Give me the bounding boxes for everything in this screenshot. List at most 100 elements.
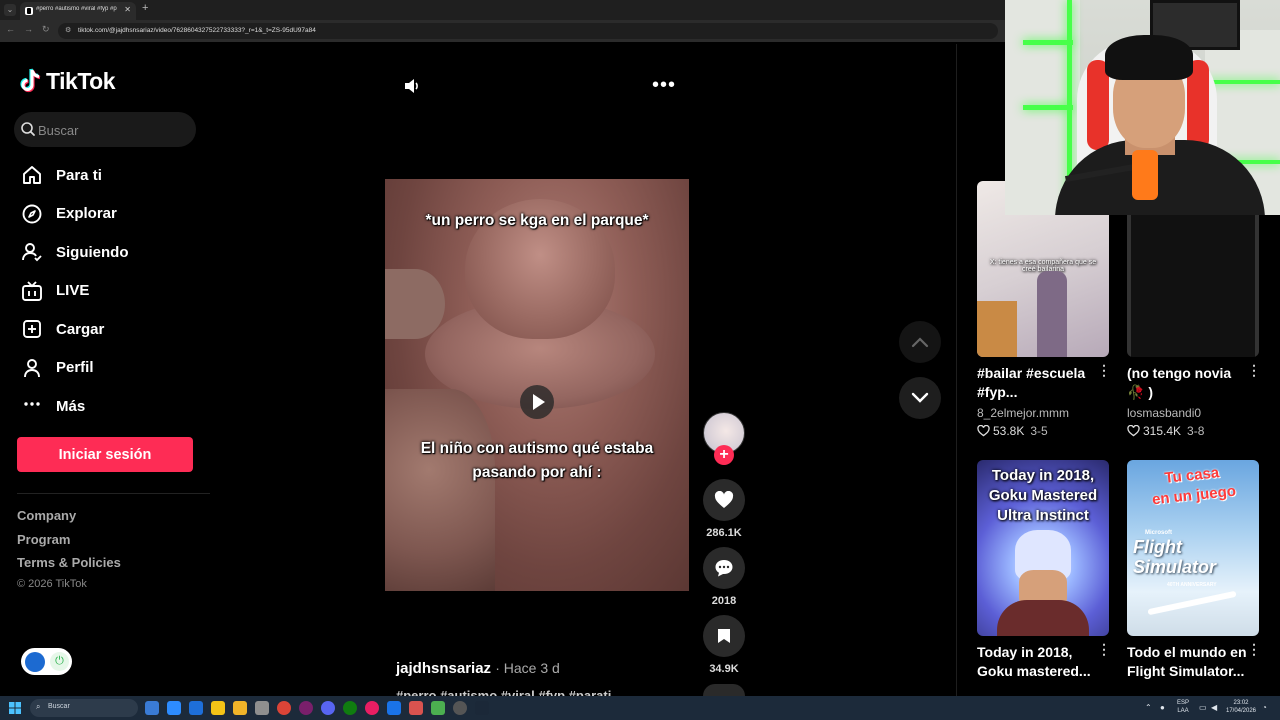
search-icon[interactable] <box>20 121 36 137</box>
clock-time: 23:02 <box>1233 700 1249 706</box>
share-button[interactable] <box>703 684 745 696</box>
new-tab-icon[interactable]: + <box>142 2 148 14</box>
recommended-title-3[interactable]: Today in 2018, Goku mastered... <box>977 643 1097 681</box>
notifications-icon[interactable]: ◔ <box>1262 703 1267 712</box>
sidebar-item-label: Para ti <box>56 166 102 184</box>
recommended-author-1[interactable]: 8_2elmejor.mmm <box>977 406 1069 420</box>
footer-links: Company Program Terms & Policies <box>17 508 121 579</box>
network-icon[interactable]: ▭ <box>1199 703 1207 712</box>
app-icon[interactable] <box>255 701 269 715</box>
browser-tab[interactable]: #perro #autismo #viral #fyp #p ✕ <box>20 2 136 20</box>
opera-icon[interactable] <box>299 701 313 715</box>
recommended-author-2[interactable]: losmasbandi0 <box>1127 406 1201 420</box>
video-author[interactable]: jajdhsnsariaz · Hace 3 d <box>396 660 560 677</box>
recommended-title-4[interactable]: Todo el mundo en Flight Simulator... <box>1127 643 1247 681</box>
recommended-thumb-3[interactable]: Today in 2018, Goku Mastered Ultra Insti… <box>977 460 1109 636</box>
footer-link-terms[interactable]: Terms & Policies <box>17 555 121 579</box>
sidebar-item-siguiendo[interactable]: Siguiendo <box>20 233 220 272</box>
notes-icon[interactable] <box>211 701 225 715</box>
xbox-icon[interactable] <box>343 701 357 715</box>
language-indicator[interactable]: ESP LAA <box>1177 699 1189 715</box>
sidebar-item-live[interactable]: LIVE <box>20 272 220 311</box>
part-label: 3-8 <box>1187 424 1205 438</box>
play-icon[interactable] <box>520 385 554 419</box>
comment-button[interactable] <box>703 547 745 589</box>
video-hashtags[interactable]: #perro #autismo #viral #fyp #parati <box>396 688 611 696</box>
recommended-meta-2: 315.4K 3-8 <box>1127 424 1204 438</box>
thumb-figure <box>997 600 1089 636</box>
steam-icon[interactable] <box>475 701 489 715</box>
tiktok-favicon-icon <box>25 7 33 15</box>
media-icon[interactable] <box>365 701 379 715</box>
file-explorer-icon[interactable] <box>233 701 247 715</box>
tray-chevron-icon[interactable]: ⌃ <box>1145 703 1152 712</box>
card-more-icon[interactable]: ⋮ <box>1097 641 1111 658</box>
tiktok-logo[interactable]: TikTok <box>20 66 116 96</box>
sidebar-item-perfil[interactable]: Perfil <box>20 349 220 388</box>
screen: ⌄ #perro #autismo #viral #fyp #p ✕ + ← →… <box>0 0 1280 720</box>
browser-toolbar: ← → ↻ ⚙ tiktok.com/@jajdhsnsariaz/video/… <box>0 20 1005 42</box>
save-button[interactable] <box>703 615 745 657</box>
tray-icon[interactable]: ● <box>1160 703 1165 712</box>
card-more-icon[interactable]: ⋮ <box>1097 362 1111 379</box>
sidebar-item-label: LIVE <box>56 282 90 300</box>
sidebar-item-explorar[interactable]: Explorar <box>20 195 220 234</box>
app-icon[interactable] <box>387 701 401 715</box>
recommended-title-1[interactable]: #bailar #escuela #fyp... <box>977 364 1097 402</box>
follow-plus-icon[interactable]: + <box>714 445 734 465</box>
footer-link-program[interactable]: Program <box>17 532 121 556</box>
webcam-person-hair <box>1105 35 1193 80</box>
obs-icon[interactable] <box>453 701 467 715</box>
like-count: 315.4K <box>1143 424 1182 438</box>
mail-icon[interactable] <box>189 701 203 715</box>
volume-tray-icon[interactable]: ◀ <box>1211 703 1217 712</box>
login-button[interactable]: Iniciar sesión <box>17 437 193 472</box>
store-icon[interactable] <box>167 701 181 715</box>
card-more-icon[interactable]: ⋮ <box>1247 362 1261 379</box>
previous-video-button[interactable] <box>899 321 941 363</box>
home-icon <box>20 163 44 187</box>
tab-search-icon[interactable]: ⌄ <box>4 4 16 16</box>
footer-link-company[interactable]: Company <box>17 508 121 532</box>
task-view-icon[interactable] <box>145 701 159 715</box>
sidebar-item-cargar[interactable]: Cargar <box>20 310 220 349</box>
thumb-figure <box>1037 271 1067 357</box>
site-info-icon[interactable]: ⚙ <box>65 26 71 34</box>
extension-icon <box>25 652 45 672</box>
recommended-thumb-4[interactable]: Tu casa en un juego Microsoft Flight Sim… <box>1127 460 1259 636</box>
windows-start-icon[interactable] <box>9 702 21 714</box>
more-options-icon[interactable]: ••• <box>652 75 676 95</box>
back-icon[interactable]: ← <box>6 24 15 34</box>
sidebar-item-mas[interactable]: Más <box>20 387 220 426</box>
app-icon[interactable] <box>409 701 423 715</box>
close-tab-icon[interactable]: ✕ <box>124 5 131 14</box>
extension-widget[interactable]: ⏻ <box>21 648 72 675</box>
author-name[interactable]: jajdhsnsariaz <box>396 660 491 677</box>
recommended-meta-1: 53.8K 3-5 <box>977 424 1048 438</box>
compass-icon <box>20 202 44 226</box>
post-time: · Hace 3 d <box>495 660 560 676</box>
following-icon <box>20 240 44 264</box>
like-count: 53.8K <box>993 424 1025 438</box>
search-input[interactable] <box>38 120 188 140</box>
chrome-icon[interactable] <box>277 701 291 715</box>
sidebar-item-para-ti[interactable]: Para ti <box>20 156 220 195</box>
volume-icon[interactable] <box>403 77 421 95</box>
address-bar[interactable]: ⚙ tiktok.com/@jajdhsnsariaz/video/762860… <box>58 23 998 39</box>
clock[interactable]: 23:02 17/04/2026 <box>1225 699 1257 715</box>
sidebar-item-label: Más <box>56 397 86 415</box>
taskbar-search[interactable]: ⌕ Buscar <box>30 699 138 717</box>
reload-icon[interactable]: ↻ <box>42 24 50 35</box>
discord-icon[interactable] <box>321 701 335 715</box>
power-icon[interactable]: ⏻ <box>50 652 69 671</box>
video-frame-detail <box>385 389 495 591</box>
minecraft-icon[interactable] <box>431 701 445 715</box>
webcam-overlay <box>1005 0 1280 215</box>
card-more-icon[interactable]: ⋮ <box>1247 641 1261 658</box>
like-button[interactable] <box>703 479 745 521</box>
panel-divider <box>956 44 957 696</box>
recommended-title-2[interactable]: (no tengo novia 🥀 ) <box>1127 364 1247 402</box>
forward-icon[interactable]: → <box>24 24 33 34</box>
search-box[interactable] <box>14 112 196 147</box>
next-video-button[interactable] <box>899 377 941 419</box>
